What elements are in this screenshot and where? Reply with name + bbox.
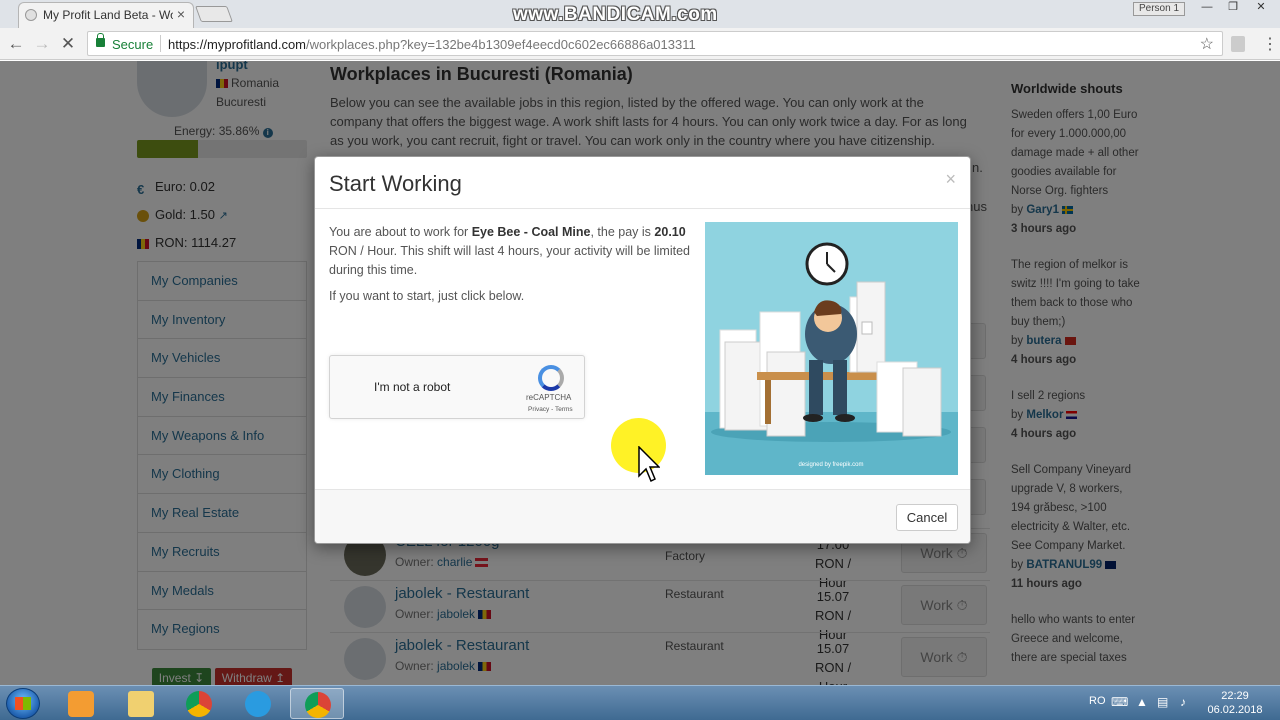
image-credit: designed by freepik.com (798, 462, 863, 468)
tab-title: My Profit Land Beta - Wo (43, 8, 173, 22)
start-working-modal: Start Working × You are about to work fo… (314, 156, 971, 544)
url-separator (160, 35, 161, 52)
recording-watermark: www.BANDICAM.com (513, 4, 718, 25)
language-indicator[interactable]: RO (1089, 695, 1106, 707)
maximize-button[interactable]: ❐ (1220, 0, 1246, 16)
browser-tab-bar: My Profit Land Beta - Wo × www.BANDICAM.… (0, 0, 1280, 28)
taskbar: RO ⌨ ▲ ▤ ♪ 22:29 06.02.2018 (0, 685, 1280, 720)
secure-label: Secure (112, 37, 154, 52)
taskbar-explorer[interactable] (114, 688, 168, 719)
captcha-terms-link[interactable]: Privacy - Terms (528, 406, 573, 413)
browser-menu-icon[interactable]: ⋮ (1262, 34, 1278, 54)
show-hidden-icons[interactable]: ▲ (1136, 695, 1148, 709)
message-prefix: You are about to work for (329, 225, 472, 239)
keyboard-icon[interactable]: ⌨ (1111, 695, 1128, 709)
modal-message: You are about to work for Eye Bee - Coal… (329, 223, 691, 280)
tab-favicon-icon (25, 9, 37, 21)
message-mid: , the pay is (590, 225, 655, 239)
minimize-button[interactable]: — (1194, 0, 1220, 16)
start-hint: If you want to start, just click below. (329, 289, 525, 303)
modal-header: Start Working × (315, 157, 970, 209)
windows-logo-icon (15, 697, 31, 710)
wage-value: 20.10 (654, 225, 686, 239)
message-suffix: RON / Hour. This shift will last 4 hours… (329, 244, 690, 277)
url-input[interactable]: Secure https://myprofitland.com/workplac… (87, 31, 1223, 56)
url-host: https://myprofitland.com (168, 37, 306, 52)
new-tab-button[interactable] (195, 6, 233, 22)
recaptcha-logo-icon (538, 365, 564, 391)
taskbar-chrome-active[interactable] (290, 688, 344, 719)
cancel-button[interactable]: Cancel (896, 504, 958, 531)
volume-icon[interactable]: ♪ (1180, 695, 1186, 709)
back-arrow-icon[interactable]: ← (6, 34, 26, 54)
captcha-brand: reCAPTCHA (526, 393, 572, 402)
taskbar-chrome[interactable] (172, 688, 226, 719)
extension-icon[interactable] (1231, 36, 1245, 52)
taskbar-media-player[interactable] (54, 688, 108, 719)
recaptcha-widget: I'm not a robot reCAPTCHA Privacy - Term… (329, 355, 585, 419)
url-text: https://myprofitland.com/workplaces.php?… (168, 37, 696, 52)
media-player-icon (68, 691, 94, 717)
url-path: /workplaces.php?key=132be4b1309ef4eecd0c… (306, 37, 696, 52)
taskbar-ie[interactable] (231, 688, 285, 719)
system-clock[interactable]: 22:29 06.02.2018 (1205, 689, 1265, 717)
captcha-label[interactable]: I'm not a robot (374, 380, 450, 394)
close-window-button[interactable]: ✕ (1248, 0, 1274, 16)
tab-close-icon[interactable]: × (177, 6, 185, 22)
forward-arrow-icon[interactable]: → (32, 34, 52, 54)
folder-icon (128, 691, 154, 717)
clock-date: 06.02.2018 (1207, 704, 1263, 716)
office-worker-illustration: designed by freepik.com (705, 222, 958, 475)
clock-time: 22:29 (1221, 690, 1249, 702)
lock-icon (96, 33, 105, 47)
chrome-icon (186, 691, 212, 717)
internet-explorer-icon (245, 691, 271, 717)
close-icon[interactable]: × (945, 169, 956, 190)
profile-button[interactable]: Person 1 (1133, 2, 1185, 16)
modal-footer: Cancel (315, 489, 970, 543)
company-name: Eye Bee - Coal Mine (471, 225, 591, 239)
browser-tab[interactable]: My Profit Land Beta - Wo × (18, 2, 194, 28)
modal-title: Start Working (329, 171, 462, 196)
stop-loading-icon[interactable]: ✕ (58, 34, 78, 54)
network-icon[interactable]: ▤ (1157, 695, 1168, 709)
mouse-cursor-icon (638, 446, 660, 483)
bookmark-star-icon[interactable]: ☆ (1200, 34, 1214, 54)
address-bar-row: ← → ✕ Secure https://myprofitland.com/wo… (0, 28, 1280, 60)
start-button[interactable] (6, 688, 40, 719)
chrome-icon (305, 692, 331, 718)
